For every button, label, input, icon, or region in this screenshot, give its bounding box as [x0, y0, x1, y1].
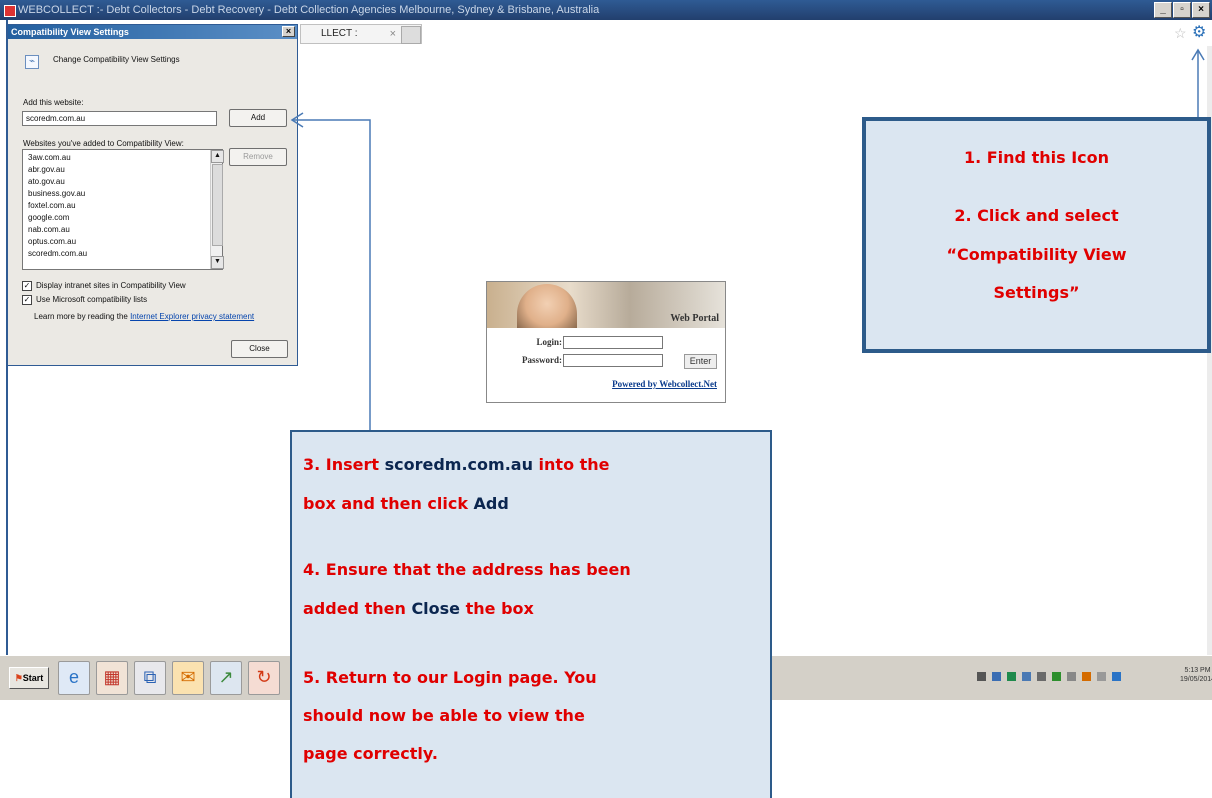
step-4-text-b: added then [303, 599, 412, 618]
step-4-close: Close [411, 599, 461, 618]
step-5-line-2: should now be able to view the [303, 706, 585, 725]
step-2-line-1: 2. Click and select [954, 206, 1119, 225]
step-2-line-2: “Compatibility View [946, 245, 1127, 264]
step-3-line-1: 3. Insert scoredm.com.au into the [303, 455, 610, 474]
step-5-line-1: 5. Return to our Login page. You [303, 668, 597, 687]
step-4-line-1: 4. Ensure that the address has been [303, 560, 631, 579]
step-5-line-3: page correctly. [303, 744, 438, 763]
step-3-line-2: box and then click Add [303, 494, 509, 513]
step-4-line-2: added then Close the box [303, 599, 534, 618]
step-3-text: 3. Insert [303, 455, 385, 474]
instruction-callout-steps-1-2: 1. Find this Icon 2. Click and select “C… [862, 117, 1211, 353]
step-3-site: scoredm.com.au [384, 455, 533, 474]
step-3-text-b: into the [532, 455, 610, 474]
step-4-text-c: the box [460, 599, 534, 618]
step-2-line-3: Settings” [993, 283, 1080, 302]
step-3-add: Add [473, 494, 509, 513]
step-1-text: 1. Find this Icon [963, 148, 1110, 167]
instruction-callout-steps-3-5: 3. Insert scoredm.com.au into the box an… [290, 430, 772, 798]
arrow-to-add-button [292, 119, 371, 430]
step-3-text-c: box and then click [303, 494, 474, 513]
